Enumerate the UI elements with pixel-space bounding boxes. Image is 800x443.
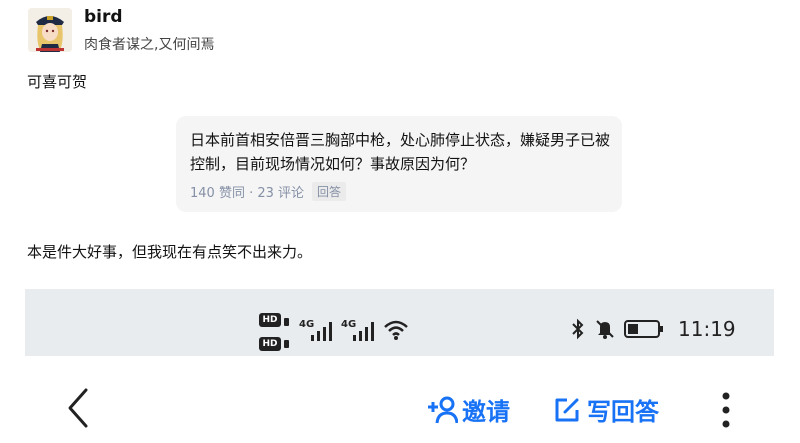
signal-icon: [353, 322, 374, 341]
wifi-icon: [384, 320, 408, 340]
signal-icon: [311, 322, 332, 341]
invite-icon: [428, 396, 458, 423]
status-bar: HD HD 4G 4G 11:19: [25, 289, 774, 356]
hd-icon: HD: [259, 313, 281, 327]
bluetooth-icon: [572, 318, 584, 340]
user-bio: 肉食者谋之,又何间焉: [84, 37, 215, 53]
back-icon[interactable]: [62, 386, 96, 430]
username[interactable]: bird: [84, 7, 123, 27]
avatar[interactable]: [28, 8, 72, 52]
invite-button[interactable]: 邀请: [426, 392, 510, 427]
quoted-question-card[interactable]: 日本前首相安倍晋三胸部中枪，处心肺停止状态，嫌疑男子已被控制，目前现场情况如何？…: [176, 116, 622, 212]
quoted-question-meta: 140 赞同 · 23 评论 回答: [190, 182, 347, 201]
sim-number-icon: [284, 318, 289, 348]
mute-icon: [596, 320, 614, 339]
edit-icon: [555, 398, 579, 421]
invite-label: 邀请: [462, 398, 510, 426]
vote-comment-count: 140 赞同 · 23 评论: [190, 186, 305, 201]
system-status-icons: 11:19: [570, 317, 736, 341]
write-answer-button[interactable]: 写回答: [553, 392, 659, 427]
comment-text: 可喜可贺: [27, 73, 88, 91]
bottom-action-bar: 邀请 写回答: [0, 372, 800, 443]
battery-icon: [624, 320, 663, 338]
answer-tag: 回答: [312, 182, 347, 201]
write-answer-label: 写回答: [587, 398, 659, 426]
clock: 11:19: [678, 317, 736, 341]
quoted-question-title: 日本前首相安倍晋三胸部中枪，处心肺停止状态，嫌疑男子已被控制，目前现场情况如何？…: [190, 131, 611, 173]
more-icon[interactable]: [716, 390, 736, 430]
comment-text-2: 本是件大好事，但我现在有点笑不出来力。: [27, 243, 313, 261]
hd-icon: HD: [259, 337, 281, 351]
